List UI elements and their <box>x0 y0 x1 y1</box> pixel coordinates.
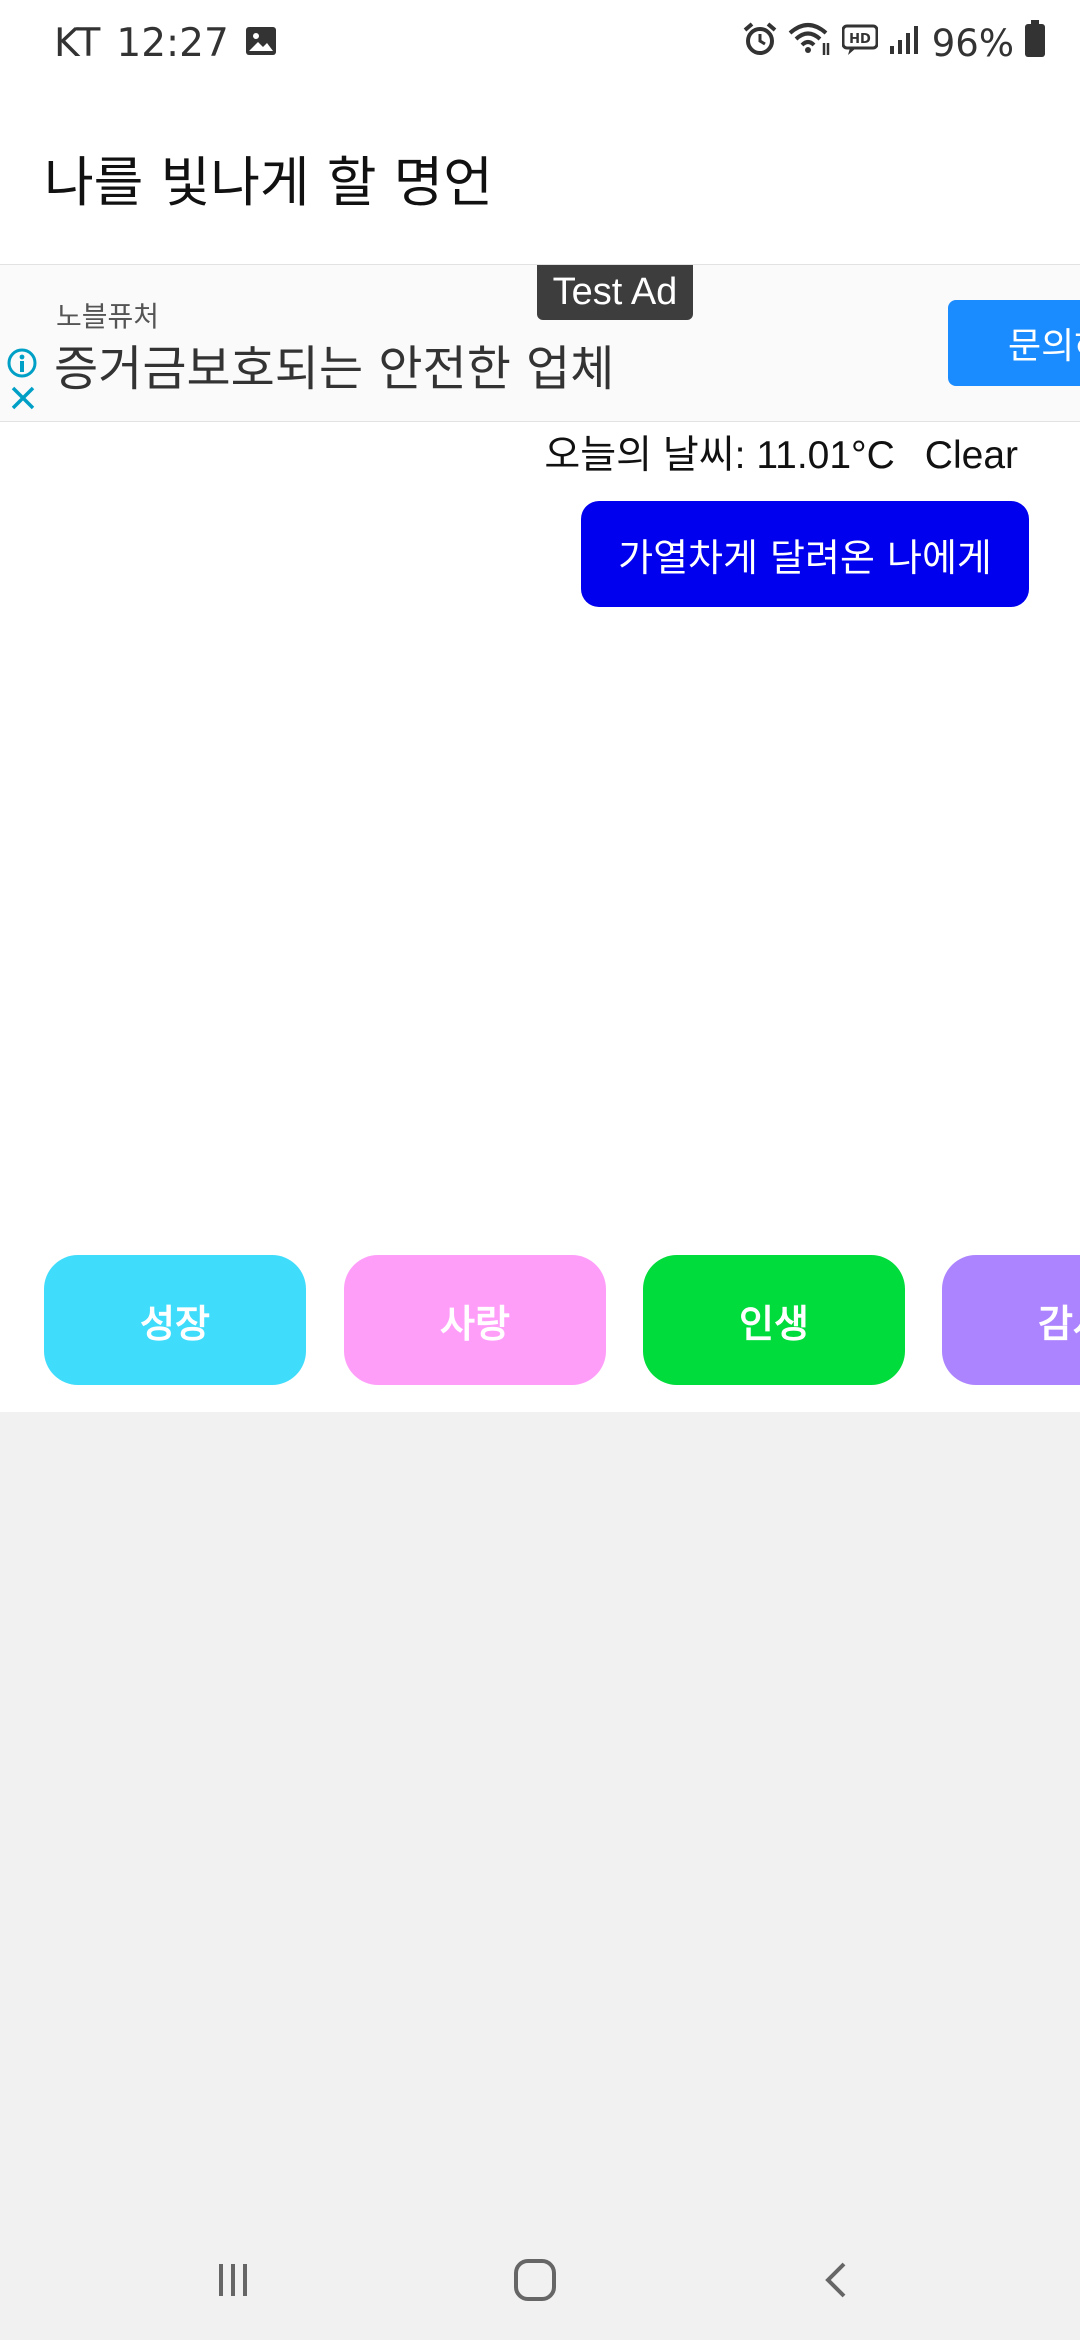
battery-percent: 96% <box>931 21 1014 65</box>
ad-headline[interactable]: 증거금보호되는 안전한 업체 <box>54 329 614 399</box>
category-button-gratitude[interactable]: 감사 <box>942 1255 1080 1385</box>
weather-readout: 오늘의 날씨: 11.01°C Clear <box>544 424 1018 480</box>
hd-voice-icon: HD <box>841 22 879 65</box>
category-button-love[interactable]: 사랑 <box>344 1255 606 1385</box>
app-screen: KT 12:27 HD 96% 나를 빛나게 할 명언 Test Ad 노블퓨처… <box>0 0 1080 1412</box>
ad-cta-button[interactable]: 문의하기 <box>948 300 1080 386</box>
ad-banner[interactable]: Test Ad 노블퓨처 증거금보호되는 안전한 업체 문의하기 <box>0 264 1080 422</box>
recent-apps-icon[interactable] <box>193 2240 273 2320</box>
category-button-growth[interactable]: 성장 <box>44 1255 306 1385</box>
gallery-icon <box>245 21 277 66</box>
test-ad-badge: Test Ad <box>537 265 693 320</box>
close-icon[interactable] <box>8 383 38 413</box>
svg-text:HD: HD <box>849 32 871 47</box>
battery-icon <box>1024 19 1046 67</box>
info-icon[interactable] <box>6 347 38 379</box>
weather-condition: Clear <box>924 434 1018 477</box>
page-title: 나를 빛나게 할 명언 <box>44 151 493 214</box>
navigation-bar <box>0 2222 1080 2340</box>
status-bar: KT 12:27 HD 96% <box>0 0 1080 84</box>
weather-temperature: 오늘의 날씨: 11.01°C <box>544 434 895 477</box>
signal-icon <box>888 22 922 65</box>
clock: 12:27 <box>116 20 229 66</box>
alarm-icon <box>742 21 778 66</box>
back-icon[interactable] <box>797 2240 877 2320</box>
wifi-icon <box>788 21 832 66</box>
category-bar: 성장 사랑 인생 감사 <box>0 1255 1080 1385</box>
category-button-life[interactable]: 인생 <box>643 1255 905 1385</box>
quote-button[interactable]: 가열차게 달려온 나에게 <box>581 501 1029 607</box>
carrier: KT <box>54 20 101 66</box>
home-icon[interactable] <box>495 2240 575 2320</box>
